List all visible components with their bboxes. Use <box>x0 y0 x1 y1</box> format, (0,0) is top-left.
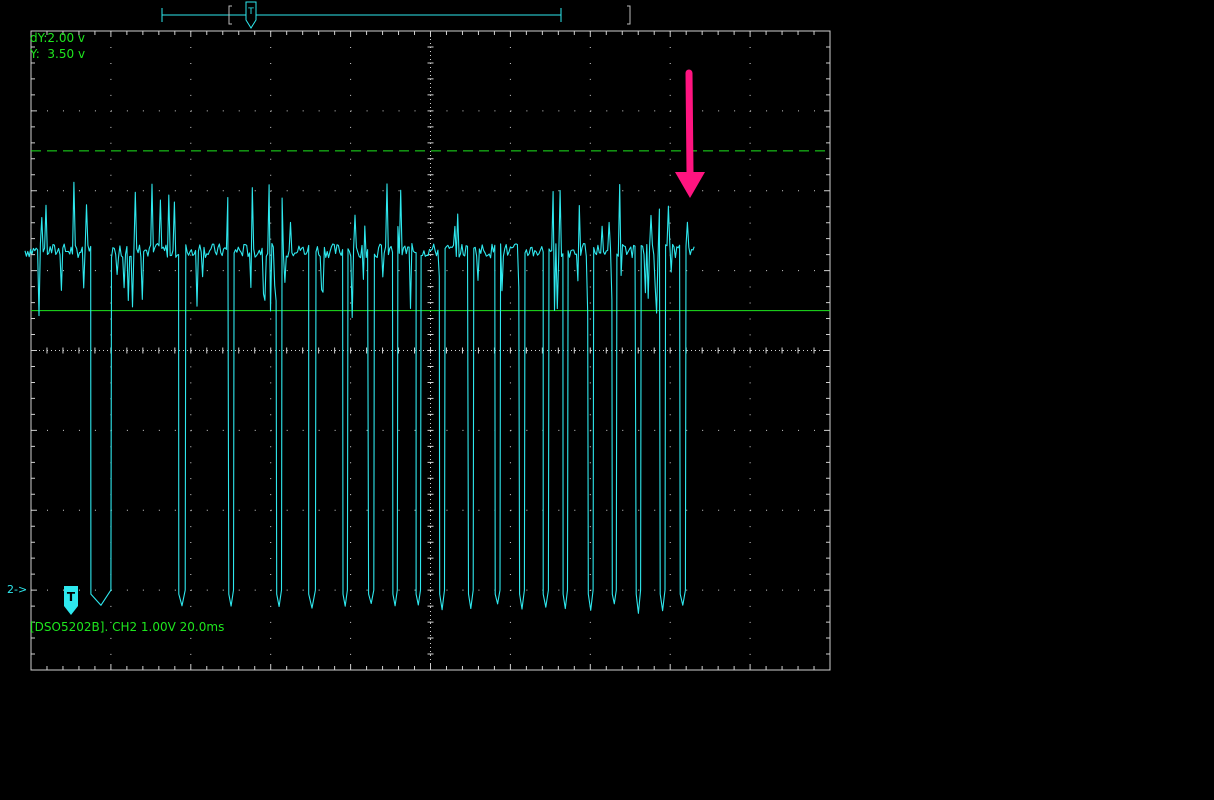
trigger-marker-label: T <box>67 590 76 604</box>
status-line: [DSO5202B]. CH2 1.00V 20.0ms <box>30 620 225 634</box>
oscilloscope-screen: T T <box>0 0 1214 800</box>
trigger-position-label: T <box>247 7 254 17</box>
channel-2-ground-marker[interactable]: 2-> <box>7 583 27 597</box>
cursor-dy-readout: dY:2.00 v <box>30 31 86 45</box>
cursor-y-readout: Y: 3.50 v <box>30 47 86 61</box>
